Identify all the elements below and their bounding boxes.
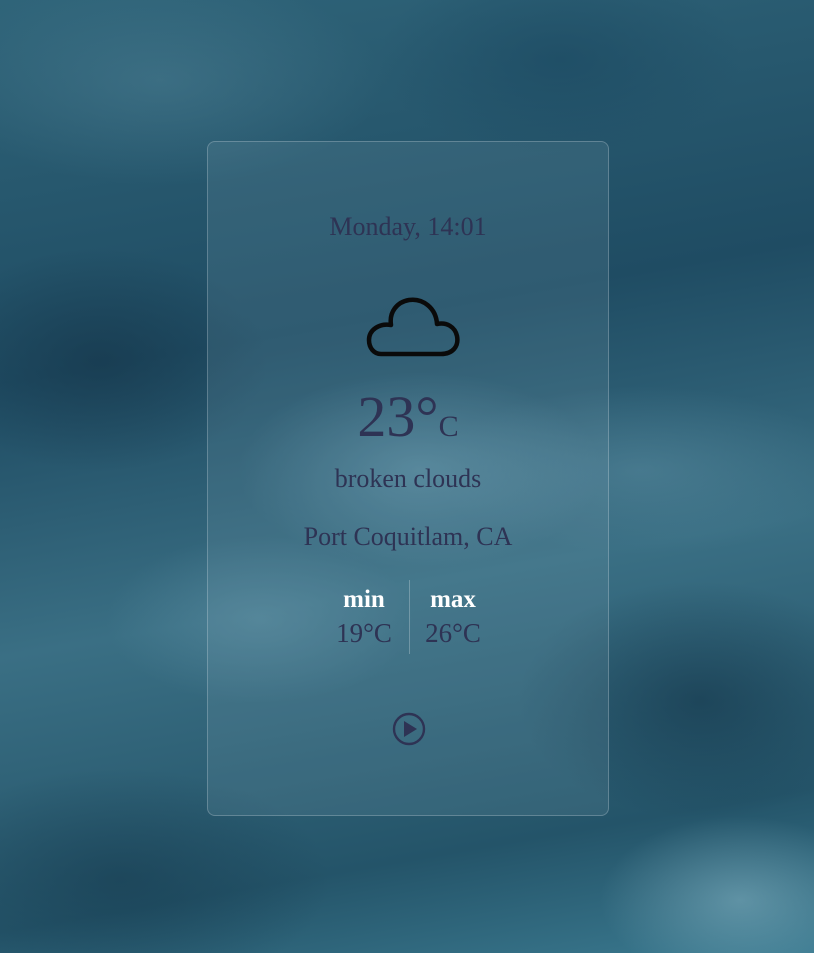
location: Port Coquitlam, CA xyxy=(303,522,513,551)
min-value: 19°C xyxy=(336,618,392,648)
min-temperature: min 19°C xyxy=(314,582,414,648)
cloud-icon xyxy=(366,297,460,357)
temperature-unit: C xyxy=(438,410,459,443)
play-icon[interactable] xyxy=(392,712,426,746)
weather-description: broken clouds xyxy=(334,464,482,493)
max-value: 26°C xyxy=(425,618,481,648)
max-label: max xyxy=(430,586,476,613)
temperature: 23°C xyxy=(208,384,608,465)
min-label: min xyxy=(343,586,385,613)
max-temperature: max 26°C xyxy=(403,582,503,648)
date-time: Monday, 14:01 xyxy=(329,212,487,241)
temperature-value: 23° xyxy=(357,384,439,449)
weather-card: Monday, 14:01 23°C broken clouds Port Co… xyxy=(207,141,609,816)
min-max-temperatures: min 19°C max 26°C xyxy=(208,580,608,656)
